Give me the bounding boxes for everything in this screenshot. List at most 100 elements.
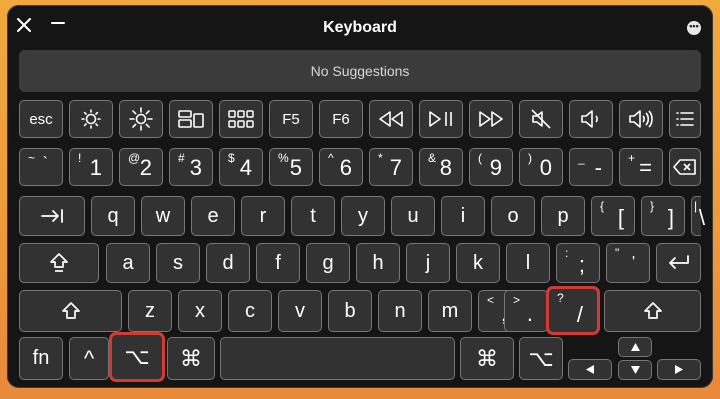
key-z[interactable]: z [128,290,172,332]
key-f[interactable]: f [256,243,300,283]
rewind-icon [370,101,412,137]
key-backtick[interactable]: ~ ` [19,148,63,186]
key-f6[interactable]: F6 [319,100,363,138]
key-brightness-up[interactable] [119,100,163,138]
key-6[interactable]: ^ 6 [319,148,363,186]
delete-icon [670,149,700,185]
key-0[interactable]: ) 0 [519,148,563,186]
key-w[interactable]: w [141,196,185,236]
key-quote[interactable]: " ' [606,243,650,283]
fast-forward-icon [470,101,512,137]
key-backslash[interactable]: | \ [691,196,705,236]
key-n[interactable]: n [378,290,422,332]
key-tab[interactable] [19,196,85,236]
key-left-option[interactable]: ⌥ [109,332,165,382]
key-arrow-left[interactable] [568,359,612,380]
key-semicolon[interactable]: :; [556,243,600,283]
key-list[interactable] [669,100,701,138]
key-4[interactable]: $4 [219,148,263,186]
key-return[interactable] [656,243,701,283]
key-j[interactable]: j [406,243,450,283]
key-play-pause[interactable] [419,100,463,138]
key-5[interactable]: % 5 [269,148,313,186]
key-e[interactable]: e [191,196,235,236]
window-title: Keyboard [323,19,397,36]
key-launchpad[interactable] [219,100,263,138]
more-options-button[interactable]: ••• [687,21,701,35]
key-k[interactable]: k [456,243,500,283]
key-volume-up[interactable] [619,100,663,138]
key-a[interactable]: a [106,243,150,283]
brightness-up-icon [120,101,162,137]
key-esc[interactable]: esc [19,100,63,138]
shift-icon [605,291,700,331]
shift-icon [20,291,121,331]
key-o[interactable]: o [491,196,535,236]
suggestions-bar: No Suggestions [19,50,701,92]
arrow-up-icon [619,338,651,356]
key-slash[interactable]: ? / [546,286,600,335]
key-v[interactable]: v [278,290,322,332]
key-fast-forward[interactable] [469,100,513,138]
key-b[interactable]: b [328,290,372,332]
key-volume-down[interactable] [569,100,613,138]
key-7[interactable]: * 7 [369,148,413,186]
key-right-shift[interactable] [604,290,701,332]
key-q[interactable]: q [91,196,135,236]
key-arrow-right[interactable] [657,359,701,380]
mission-control-icon [170,101,212,137]
key-f5[interactable]: F5 [269,100,313,138]
key-fn[interactable]: fn [19,337,63,380]
key-l[interactable]: l [506,243,550,283]
key-2[interactable]: @2 [119,148,163,186]
key-rewind[interactable] [369,100,413,138]
key-brightness-down[interactable] [69,100,113,138]
arrow-right-icon [658,360,700,379]
keyboard-viewer-window: Keyboard ••• No Suggestions esc F5 F6 ~ `… [7,5,713,388]
key-p[interactable]: p [541,196,585,236]
key-mission-control[interactable] [169,100,213,138]
key-delete[interactable] [669,148,701,186]
key-space[interactable] [220,337,455,380]
key-mute[interactable] [519,100,563,138]
key-period[interactable]: >. [504,290,548,332]
arrow-left-icon [569,360,611,379]
key-3[interactable]: #3 [169,148,213,186]
key-u[interactable]: u [391,196,435,236]
key-right-command[interactable]: ⌘ [460,337,514,380]
mute-icon [520,101,562,137]
key-x[interactable]: x [178,290,222,332]
key-caps-lock[interactable] [19,243,99,283]
key-equals[interactable]: + = [619,148,663,186]
key-left-shift[interactable] [19,290,122,332]
arrow-down-icon [619,361,651,379]
key-control[interactable]: ^ [69,337,109,380]
title-bar: Keyboard ••• [7,5,713,51]
key-i[interactable]: i [441,196,485,236]
volume-up-icon [620,101,662,137]
return-icon [657,244,700,282]
key-d[interactable]: d [206,243,250,283]
ellipsis-icon: ••• [689,21,699,31]
key-left-bracket[interactable]: {[ [591,196,635,236]
key-1[interactable]: ! 1 [69,148,113,186]
key-9[interactable]: (9 [469,148,513,186]
key-8[interactable]: & 8 [419,148,463,186]
key-right-option[interactable]: ⌥ [519,337,563,380]
key-right-bracket[interactable]: }] [641,196,685,236]
key-left-command[interactable]: ⌘ [167,337,215,380]
suggestions-text: No Suggestions [310,63,410,79]
key-m[interactable]: m [428,290,472,332]
key-t[interactable]: t [291,196,335,236]
key-r[interactable]: r [241,196,285,236]
key-c[interactable]: c [228,290,272,332]
key-y[interactable]: y [341,196,385,236]
key-g[interactable]: g [306,243,350,283]
launchpad-icon [220,101,262,137]
tab-icon [20,197,84,235]
key-minus[interactable]: _ - [569,148,613,186]
key-s[interactable]: s [156,243,200,283]
key-arrow-down[interactable] [618,360,652,380]
key-h[interactable]: h [356,243,400,283]
key-arrow-up[interactable] [618,337,652,357]
